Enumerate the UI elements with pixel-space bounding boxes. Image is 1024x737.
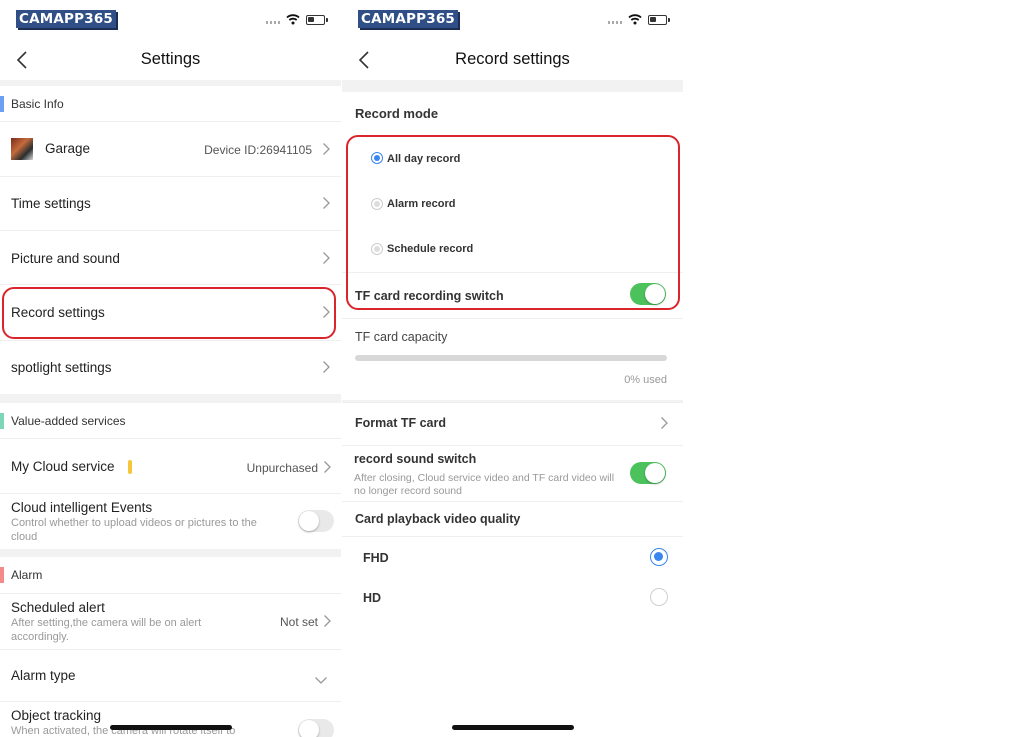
tf-capacity-label: TF card capacity: [355, 330, 448, 344]
radio-schedule[interactable]: [371, 243, 383, 255]
section-label: Basic Info: [11, 97, 64, 111]
mode-label[interactable]: All day record: [387, 153, 460, 165]
format-tf-card-label: Format TF card: [355, 416, 446, 430]
chevron-right-icon: [323, 361, 330, 373]
radio-fhd[interactable]: [650, 548, 668, 566]
brand-watermark: CAMAPP365: [16, 10, 117, 28]
quality-label: HD: [363, 591, 382, 605]
tf-used-text: 0% used: [624, 374, 667, 386]
chevron-down-icon: [315, 677, 327, 684]
home-indicator[interactable]: [109, 725, 232, 730]
chevron-right-icon: [661, 417, 668, 429]
status-bar: CAMAPP365: [342, 0, 683, 40]
chevron-right-icon: [323, 252, 330, 264]
record-sound-toggle[interactable]: [630, 462, 666, 484]
scheduled-alert-description: After setting,the camera will be on aler…: [11, 617, 202, 643]
status-bar: CAMAPP365: [0, 0, 341, 40]
cloud-service-row[interactable]: My Cloud service Unpurchased: [0, 438, 341, 493]
quality-option-hd[interactable]: HD: [342, 576, 683, 618]
section-header-alarm: Alarm: [0, 557, 341, 593]
section-header-basic-info: Basic Info: [0, 86, 341, 122]
scheduled-alert-value: Not set: [279, 615, 318, 629]
menu-item-label: Record settings: [11, 305, 105, 320]
tf-recording-switch-row: TF card recording switch: [342, 272, 683, 318]
device-name: Garage: [45, 141, 91, 156]
alarm-type-label: Alarm type: [11, 668, 76, 683]
record-sound-switch-row: record sound switch After closing, Cloud…: [342, 445, 683, 501]
quality-option-fhd[interactable]: FHD: [342, 536, 683, 576]
cloud-events-label: Cloud intelligent Events: [11, 500, 153, 515]
cloud-badge-icon: [128, 460, 132, 474]
chevron-right-icon: [324, 615, 331, 627]
device-id: Device ID:26941105: [204, 143, 312, 157]
video-quality-header: Card playback video quality: [342, 501, 683, 536]
section-divider: [0, 549, 341, 557]
page-title: Settings: [140, 50, 201, 68]
record-sound-switch-label: record sound switch: [354, 452, 477, 466]
battery-icon: [648, 15, 670, 25]
mode-option-alarm[interactable]: Alarm record: [342, 181, 683, 226]
section-accent-bar: [0, 96, 4, 112]
battery-icon: [306, 15, 328, 25]
brand-watermark: CAMAPP365: [358, 10, 459, 28]
chevron-right-icon: [323, 306, 330, 318]
tf-capacity-bar: [355, 355, 667, 361]
section-divider: [0, 394, 341, 403]
object-tracking-label: Object tracking: [11, 708, 102, 723]
mode-label[interactable]: Alarm record: [387, 198, 455, 210]
home-indicator[interactable]: [451, 725, 574, 730]
radio-alarm[interactable]: [371, 198, 383, 210]
radio-hd[interactable]: [650, 588, 668, 606]
menu-item-record-settings[interactable]: Record settings: [0, 284, 341, 340]
cloud-status: Unpurchased: [246, 461, 318, 475]
object-tracking-row: Object tracking When activated, the came…: [0, 701, 341, 737]
tf-capacity-row: TF card capacity 0% used: [342, 318, 683, 400]
page-title: Record settings: [455, 50, 570, 68]
cloud-service-label: My Cloud service: [11, 459, 115, 474]
cellular-signal-icon: [608, 21, 624, 24]
record-settings-screen: CAMAPP365 Record settings Record mode Al…: [342, 0, 683, 737]
tf-recording-switch-label: TF card recording switch: [355, 289, 504, 303]
menu-item-label: Picture and sound: [11, 251, 120, 266]
device-row[interactable]: Garage Device ID:26941105: [0, 121, 341, 176]
cloud-events-description: Control whether to upload videos or pict…: [11, 517, 257, 543]
nav-bar: Settings: [0, 40, 341, 80]
tf-recording-toggle[interactable]: [630, 283, 666, 305]
chevron-right-icon: [323, 143, 330, 155]
mode-option-schedule[interactable]: Schedule record: [342, 226, 683, 272]
scheduled-alert-label: Scheduled alert: [11, 600, 105, 615]
section-label: Value-added services: [11, 414, 126, 428]
cloud-events-row: Cloud intelligent Events Control whether…: [0, 493, 341, 549]
alarm-type-row[interactable]: Alarm type: [0, 649, 341, 701]
object-tracking-toggle[interactable]: [298, 719, 334, 737]
section-accent-bar: [0, 413, 4, 429]
wifi-icon: [628, 14, 642, 25]
record-sound-description: After closing, Cloud service video and T…: [354, 472, 615, 497]
chevron-right-icon: [323, 197, 330, 209]
menu-item-spotlight-settings[interactable]: spotlight settings: [0, 340, 341, 394]
section-header-value-added: Value-added services: [0, 403, 341, 439]
menu-item-label: Time settings: [11, 196, 91, 211]
radio-all-day[interactable]: [371, 152, 383, 164]
wifi-icon: [286, 14, 300, 25]
record-mode-title: Record mode: [355, 106, 439, 121]
device-thumbnail: [11, 138, 33, 160]
menu-item-label: spotlight settings: [11, 360, 112, 375]
menu-item-time-settings[interactable]: Time settings: [0, 176, 341, 230]
scheduled-alert-row[interactable]: Scheduled alert After setting,the camera…: [0, 593, 341, 649]
mode-option-all-day[interactable]: All day record: [342, 138, 683, 181]
section-label: Alarm: [11, 568, 43, 582]
section-accent-bar: [0, 567, 4, 583]
nav-bar: Record settings: [342, 40, 683, 80]
section-divider: [342, 80, 683, 92]
format-tf-card-row[interactable]: Format TF card: [342, 402, 683, 445]
cloud-events-toggle[interactable]: [298, 510, 334, 532]
chevron-right-icon: [324, 461, 331, 473]
cellular-signal-icon: [266, 21, 282, 24]
menu-item-picture-and-sound[interactable]: Picture and sound: [0, 230, 341, 284]
video-quality-title: Card playback video quality: [355, 512, 521, 526]
quality-label: FHD: [363, 551, 389, 565]
settings-screen: CAMAPP365 Settings Basic Info Garage Dev…: [0, 0, 341, 737]
mode-label[interactable]: Schedule record: [387, 243, 473, 255]
